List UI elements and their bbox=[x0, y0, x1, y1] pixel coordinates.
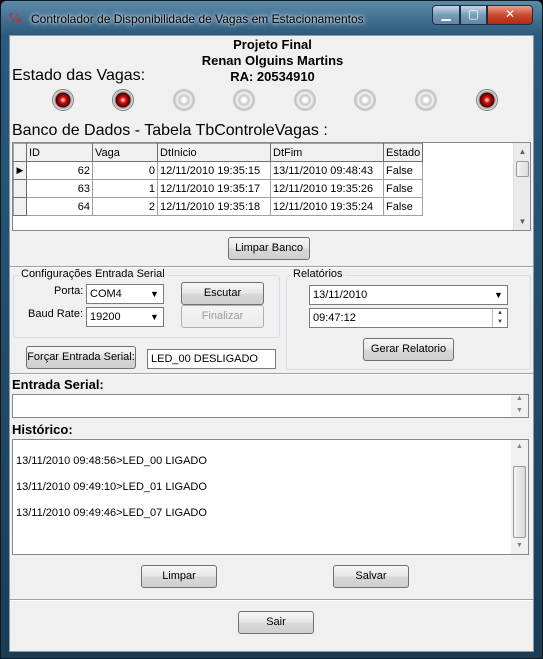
time-spinner[interactable]: ▲ ▼ bbox=[492, 309, 507, 327]
app-logo-icon: ℅ bbox=[9, 9, 22, 27]
chevron-down-icon[interactable]: ▼ bbox=[146, 285, 163, 303]
serial-config-group-label: Configurações Entrada Serial bbox=[19, 268, 167, 280]
report-time-picker[interactable]: 09:47:12 ▲ ▼ bbox=[309, 308, 508, 328]
chevron-down-icon[interactable]: ▼ bbox=[490, 286, 507, 304]
grid-vertical-scrollbar[interactable]: ▲ ▼ bbox=[513, 143, 530, 230]
parking-led-vaga-1-icon bbox=[112, 89, 134, 111]
form-client-area: Projeto Final Renan Olguins Martins RA: … bbox=[9, 35, 534, 652]
divider bbox=[10, 599, 533, 601]
row-selector[interactable] bbox=[13, 179, 27, 198]
generate-report-button[interactable]: Gerar Relatorio bbox=[363, 338, 454, 361]
cell-dtfim[interactable]: 13/11/2010 09:48:43 bbox=[270, 161, 384, 180]
table-row[interactable]: ▶ 62 0 12/11/2010 19:35:15 13/11/2010 09… bbox=[13, 161, 424, 180]
exit-button[interactable]: Sair bbox=[238, 611, 314, 634]
serial-input-scrollbar[interactable]: ▲ ▼ bbox=[511, 395, 528, 417]
parking-led-vaga-4-icon bbox=[294, 89, 316, 111]
clear-database-button[interactable]: Limpar Banco bbox=[228, 237, 310, 260]
history-entry: 13/11/2010 09:49:10>LED_01 LIGADO bbox=[16, 481, 207, 493]
close-button[interactable]: ✕ bbox=[487, 5, 533, 25]
column-header-estado[interactable]: Estado bbox=[382, 143, 424, 162]
app-window: ℅ Controlador de Disponibilidade de Vaga… bbox=[0, 0, 543, 659]
report-time-value: 09:47:12 bbox=[313, 312, 356, 324]
table-row[interactable]: 64 2 12/11/2010 19:35:18 12/11/2010 19:3… bbox=[13, 197, 424, 216]
clear-history-button[interactable]: Limpar bbox=[141, 565, 217, 588]
row-indicator-header bbox=[13, 143, 27, 162]
finish-button[interactable]: Finalizar bbox=[181, 305, 264, 328]
scroll-down-arrow-icon[interactable]: ▼ bbox=[511, 539, 528, 553]
maximize-button[interactable]: ▢ bbox=[460, 5, 487, 25]
port-select[interactable]: COM4 ▼ bbox=[86, 284, 164, 304]
table-header-row: ID Vaga DtInicio DtFim Estado bbox=[13, 143, 424, 162]
database-grid[interactable]: ID Vaga DtInicio DtFim Estado ▶ 62 0 12/… bbox=[12, 142, 531, 231]
parking-led-vaga-0-icon bbox=[52, 89, 74, 111]
parking-led-vaga-7-icon bbox=[476, 89, 498, 111]
cell-dtfim[interactable]: 12/11/2010 19:35:24 bbox=[270, 197, 384, 216]
cell-vaga[interactable]: 1 bbox=[92, 179, 158, 198]
parking-led-vaga-6-icon bbox=[415, 89, 437, 111]
spin-down-arrow-icon[interactable]: ▼ bbox=[493, 318, 507, 327]
history-entry: 13/11/2010 09:49:46>LED_07 LIGADO bbox=[16, 507, 207, 519]
cell-id[interactable]: 64 bbox=[26, 197, 93, 216]
port-label: Porta: bbox=[54, 285, 84, 297]
history-entry: 13/11/2010 09:48:56>LED_00 LIGADO bbox=[16, 455, 207, 467]
title-bar[interactable]: ℅ Controlador de Disponibilidade de Vaga… bbox=[1, 1, 542, 35]
cell-vaga[interactable]: 0 bbox=[92, 161, 158, 180]
cell-estado[interactable]: False bbox=[382, 179, 424, 198]
baud-rate-value: 19200 bbox=[90, 311, 121, 323]
force-serial-input-field[interactable]: LED_00 DESLIGADO bbox=[147, 349, 276, 369]
cell-estado[interactable]: False bbox=[382, 161, 424, 180]
parking-led-vaga-3-icon bbox=[233, 89, 255, 111]
parking-led-vaga-2-icon bbox=[173, 89, 195, 111]
cell-dtinicio[interactable]: 12/11/2010 19:35:17 bbox=[157, 179, 271, 198]
scroll-up-arrow-icon[interactable]: ▲ bbox=[514, 143, 530, 160]
scroll-up-arrow-icon[interactable]: ▲ bbox=[511, 440, 528, 454]
cell-dtinicio[interactable]: 12/11/2010 19:35:15 bbox=[157, 161, 271, 180]
port-value: COM4 bbox=[90, 288, 122, 300]
divider bbox=[10, 373, 533, 375]
project-title: Projeto Final bbox=[233, 37, 312, 52]
serial-input-field[interactable]: ▲ ▼ bbox=[12, 394, 529, 418]
scroll-thumb[interactable] bbox=[516, 161, 529, 177]
minimize-button[interactable]: ▁ bbox=[432, 5, 460, 25]
reports-group-label: Relatórios bbox=[291, 268, 345, 280]
window-title: Controlador de Disponibilidade de Vagas … bbox=[31, 12, 364, 26]
column-header-id[interactable]: ID bbox=[26, 143, 93, 162]
scroll-down-arrow-icon[interactable]: ▼ bbox=[514, 213, 530, 230]
column-header-dtinicio[interactable]: DtInicio bbox=[157, 143, 271, 162]
current-row-indicator-icon[interactable]: ▶ bbox=[13, 161, 27, 180]
history-label: Histórico: bbox=[12, 422, 73, 437]
baud-rate-select[interactable]: 19200 ▼ bbox=[86, 307, 164, 327]
column-header-dtfim[interactable]: DtFim bbox=[270, 143, 384, 162]
report-date-picker[interactable]: 13/11/2010 ▼ bbox=[309, 285, 508, 305]
listen-button[interactable]: Escutar bbox=[181, 282, 264, 305]
row-selector[interactable] bbox=[13, 197, 27, 216]
spin-up-arrow-icon[interactable]: ▲ bbox=[493, 309, 507, 318]
report-date-value: 13/11/2010 bbox=[313, 289, 368, 301]
cell-dtinicio[interactable]: 12/11/2010 19:35:18 bbox=[157, 197, 271, 216]
history-log[interactable]: 13/11/2010 09:48:56>LED_00 LIGADO 13/11/… bbox=[12, 439, 529, 555]
scroll-down-arrow-icon[interactable]: ▼ bbox=[511, 405, 528, 416]
author-name: Renan Olguins Martins bbox=[201, 53, 344, 68]
cell-id[interactable]: 63 bbox=[26, 179, 93, 198]
parking-status-label: Estado das Vagas: bbox=[12, 67, 146, 84]
force-serial-input-button[interactable]: Forçar Entrada Serial: bbox=[26, 346, 136, 369]
save-history-button[interactable]: Salvar bbox=[333, 565, 409, 588]
column-header-vaga[interactable]: Vaga bbox=[92, 143, 158, 162]
database-title: Banco de Dados - Tabela TbControleVagas … bbox=[12, 122, 328, 139]
cell-vaga[interactable]: 2 bbox=[92, 197, 158, 216]
chevron-down-icon[interactable]: ▼ bbox=[146, 308, 163, 326]
cell-id[interactable]: 62 bbox=[26, 161, 93, 180]
parking-led-vaga-5-icon bbox=[354, 89, 376, 111]
cell-estado[interactable]: False bbox=[382, 197, 424, 216]
history-scrollbar[interactable]: ▲ ▼ bbox=[511, 440, 528, 554]
cell-dtfim[interactable]: 12/11/2010 19:35:26 bbox=[270, 179, 384, 198]
baud-rate-label: Baud Rate: bbox=[28, 308, 84, 320]
scroll-thumb[interactable] bbox=[513, 466, 526, 538]
table-row[interactable]: 63 1 12/11/2010 19:35:17 12/11/2010 19:3… bbox=[13, 179, 424, 198]
serial-input-label: Entrada Serial: bbox=[12, 377, 104, 392]
database-table: ID Vaga DtInicio DtFim Estado ▶ 62 0 12/… bbox=[13, 143, 424, 216]
scroll-up-arrow-icon[interactable]: ▲ bbox=[511, 393, 528, 404]
